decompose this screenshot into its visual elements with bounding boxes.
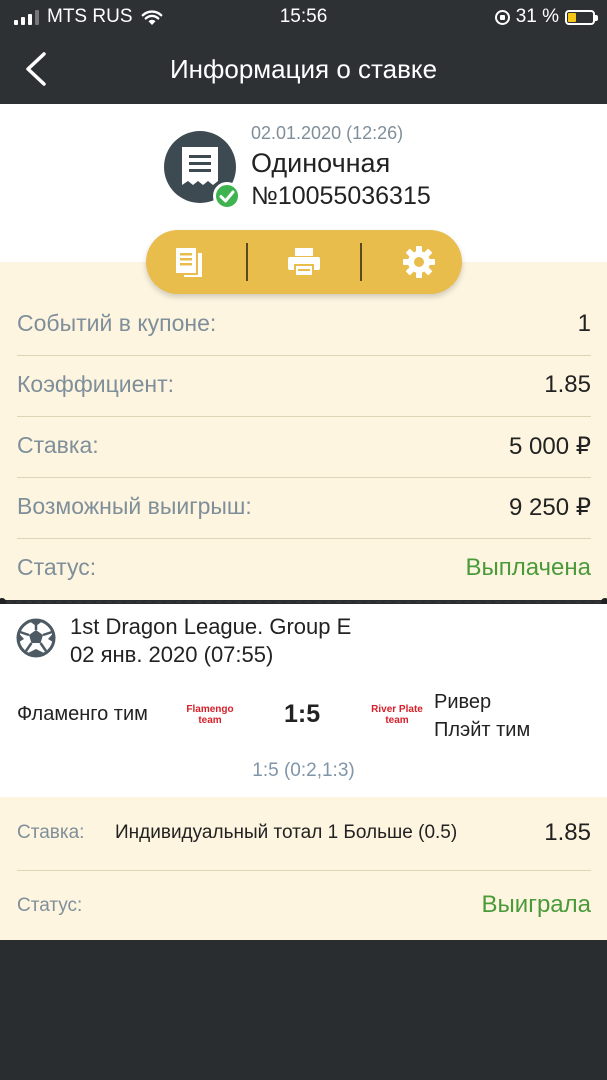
away-team-logo: River Plate team bbox=[371, 704, 423, 726]
summary-value: 1 bbox=[577, 310, 591, 337]
bet-outcome-row: Ставка: Индивидуальный тотал 1 Больше (0… bbox=[17, 797, 591, 871]
bet-type: Одиночная bbox=[251, 148, 391, 178]
status-label: Статус: bbox=[17, 895, 83, 916]
copy-button[interactable] bbox=[159, 238, 219, 286]
away-team-name-line2: Плэйт тим bbox=[434, 719, 531, 741]
bet-label: Ставка: bbox=[17, 822, 85, 843]
summary-value: 9 250 ₽ bbox=[509, 494, 591, 521]
rotation-lock-icon bbox=[494, 9, 510, 25]
summary-row-stake: Ставка: 5 000 ₽ bbox=[17, 416, 591, 478]
summary-row-coefficient: Коэффициент: 1.85 bbox=[17, 355, 591, 417]
divider bbox=[245, 243, 248, 281]
printer-icon bbox=[287, 248, 320, 277]
league-name: 1st Dragon League. Group E bbox=[70, 614, 352, 639]
away-team-name-line1: Ривер bbox=[434, 691, 492, 713]
check-icon bbox=[213, 182, 241, 210]
bet-summary: Событий в купоне: 1 Коэффициент: 1.85 Ст… bbox=[0, 262, 607, 600]
settings-button[interactable] bbox=[389, 238, 449, 286]
bet-outcome: Индивидуальный тотал 1 Больше (0.5) bbox=[115, 822, 458, 843]
bet-datetime: 02.01.2020 (12:26) bbox=[251, 123, 404, 143]
summary-value: 5 000 ₽ bbox=[509, 433, 591, 460]
bet-status-row: Статус: Выиграла bbox=[17, 871, 591, 939]
page-title: Информация о ставке bbox=[169, 54, 438, 84]
battery-icon bbox=[565, 9, 598, 25]
summary-label: Ставка: bbox=[17, 432, 99, 458]
summary-row-status: Статус: Выплачена bbox=[17, 538, 591, 599]
status-paid-value: Выплачена bbox=[465, 554, 591, 581]
summary-row-potential-win: Возможный выигрыш: 9 250 ₽ bbox=[17, 477, 591, 539]
bet-actions-bar bbox=[146, 230, 462, 294]
summary-label: Возможный выигрыш: bbox=[17, 493, 252, 519]
home-team-logo: Flamengo team bbox=[186, 704, 234, 726]
summary-label: Событий в купоне: bbox=[17, 310, 217, 336]
copy-document-icon bbox=[176, 248, 203, 277]
summary-label: Статус: bbox=[17, 554, 97, 580]
match-score: 1:5 bbox=[284, 700, 321, 728]
status-won-value: Выиграла bbox=[481, 891, 591, 918]
divider bbox=[360, 243, 363, 281]
event-card[interactable]: 1st Dragon League. Group E 02 янв. 2020 … bbox=[0, 604, 607, 797]
summary-label: Коэффициент: bbox=[17, 371, 175, 397]
bet-number: №10055036315 bbox=[251, 182, 431, 210]
full-score: 1:5 (0:2,1:3) bbox=[252, 760, 355, 781]
summary-value: 1.85 bbox=[544, 371, 591, 398]
gear-icon bbox=[402, 246, 435, 278]
status-bar: MTS RUS 15:56 31 % bbox=[0, 0, 607, 34]
print-button[interactable] bbox=[274, 238, 334, 286]
bet-detail: Ставка: Индивидуальный тотал 1 Больше (0… bbox=[0, 797, 607, 940]
away-team-name: Ривер Плэйт тим bbox=[434, 688, 594, 744]
battery-percent: 31 % bbox=[515, 6, 559, 27]
soccer-ball-icon bbox=[16, 618, 56, 658]
event-date: 02 янв. 2020 (07:55) bbox=[70, 642, 274, 667]
bet-coefficient: 1.85 bbox=[544, 819, 591, 846]
status-bar-right: 31 % bbox=[494, 6, 598, 28]
summary-row-events: Событий в купоне: 1 bbox=[17, 294, 591, 356]
home-team-name: Фламенго тим bbox=[17, 703, 148, 725]
app-header: Информация о ставке bbox=[0, 34, 607, 104]
